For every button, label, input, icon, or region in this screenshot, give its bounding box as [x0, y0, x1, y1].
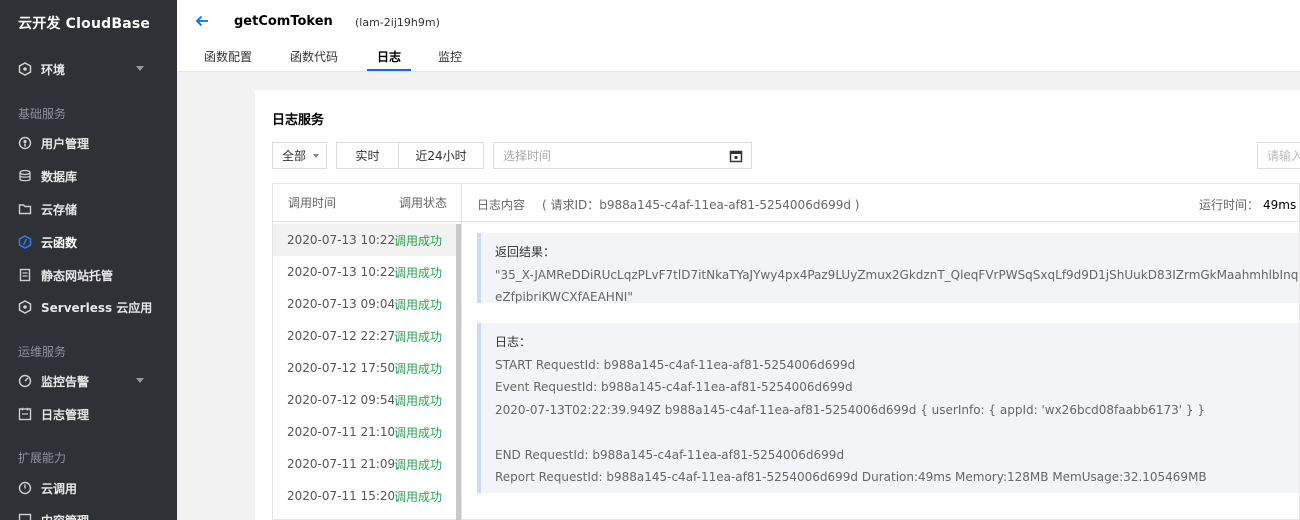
back-arrow-icon[interactable] [194, 13, 210, 29]
date-placeholder: 选择时间 [503, 149, 552, 163]
list-item[interactable]: 2020-07-11 21:09:54 调用成功 [273, 448, 457, 480]
sidebar-item-content[interactable]: 内容管理 [18, 510, 168, 520]
user-icon [18, 136, 32, 150]
log-line: 2020-07-13T02:22:39.949Z b988a145-c4af-1… [495, 402, 1205, 417]
page-header: getComToken (lam-2ij19h9m) 函数配置 函数代码 日志 … [177, 0, 1300, 72]
folder-icon [18, 202, 32, 216]
list-item[interactable]: 2020-07-12 09:54:54 调用成功 [273, 384, 457, 416]
sidebar-item-cloudcall[interactable]: 云调用 [18, 478, 168, 498]
sidebar-item-monitoring[interactable]: 监控告警 [18, 371, 168, 391]
sidebar-item-logs[interactable]: 日志管理 [18, 404, 168, 424]
log-output-box: 日志： START RequestId: b988a145-c4af-11ea-… [477, 323, 1299, 493]
last-24h-button[interactable]: 近24小时 [399, 143, 483, 168]
sidebar-item-users[interactable]: 用户管理 [18, 133, 168, 153]
sidebar: 云开发 CloudBase 环境 基础服务 用户管理 数据库 云存储 云函数 静… [0, 0, 177, 520]
sidebar-item-label: 云函数 [41, 235, 78, 250]
sidebar-item-label: 静态网站托管 [41, 268, 114, 283]
log-line: END RequestId: b988a145-c4af-11ea-af81-5… [495, 447, 845, 462]
env-label: 环境 [41, 62, 66, 77]
log-content-label: 日志内容 [477, 198, 526, 212]
col-status-header: 调用状态 [399, 196, 448, 210]
status-filter-select[interactable]: 全部 [272, 142, 327, 169]
sidebar-item-database[interactable]: 数据库 [18, 166, 168, 186]
list-item[interactable]: 2020-07-13 10:22:39 调用成功 [273, 224, 457, 256]
search-input[interactable]: 请输入 [1257, 142, 1300, 169]
list-item[interactable]: 2020-07-13 10:22:22 调用成功 [273, 256, 457, 288]
list-header: 调用时间 调用状态 [273, 184, 462, 222]
date-picker-input[interactable]: 选择时间 [493, 142, 752, 169]
document-icon [18, 268, 32, 282]
chevron-down-icon [136, 378, 144, 383]
time-range-segment: 实时 近24小时 [336, 142, 484, 169]
log-service-panel: 日志服务 全部 实时 近24小时 选择时间 请输入 调用时间 调用状态 2020… [255, 90, 1300, 520]
return-result-line: eZfpibriKWCXfAEAHNI" [495, 290, 633, 304]
function-name: getComToken [234, 14, 333, 29]
function-id: (lam-2ij19h9m) [355, 16, 440, 29]
calendar-icon [729, 149, 743, 166]
sidebar-item-functions[interactable]: 云函数 [18, 232, 168, 252]
list-item[interactable]: 2020-07-12 22:27:28 调用成功 [273, 320, 457, 352]
search-placeholder: 请输入 [1267, 149, 1300, 163]
power-icon [18, 481, 32, 495]
sidebar-item-label: 用户管理 [41, 136, 90, 151]
return-result-label: 返回结果： [495, 245, 556, 259]
section-basic: 基础服务 [18, 107, 67, 121]
col-time-header: 调用时间 [288, 196, 337, 210]
gauge-icon [18, 374, 32, 388]
status-filter-value: 全部 [282, 149, 307, 163]
tab-logs[interactable]: 日志 [377, 48, 401, 65]
list-item[interactable]: 2020-07-12 17:50:56 调用成功 [273, 352, 457, 384]
sidebar-item-label: 内容管理 [41, 512, 89, 520]
sidebar-item-hosting[interactable]: 静态网站托管 [18, 265, 168, 285]
log-line: Report RequestId: b988a145-c4af-11ea-af8… [495, 470, 1207, 484]
sidebar-item-serverless[interactable]: Serverless 云应用 [18, 297, 168, 317]
hexagon-icon [18, 300, 32, 314]
list-item[interactable]: 2020-07-11 15:20:54 调用成功 [273, 480, 457, 512]
tab-monitor[interactable]: 监控 [438, 48, 462, 65]
log-line: Event RequestId: b988a145-c4af-11ea-af81… [495, 380, 853, 394]
runtime: 运行时间： 49ms [1199, 198, 1297, 212]
log-detail: 日志内容 ( 请求ID：b988a145-c4af-11ea-af81-5254… [461, 183, 1300, 520]
sidebar-item-label: 日志管理 [41, 407, 90, 422]
panel-title: 日志服务 [272, 113, 325, 128]
brand-title: 云开发 CloudBase [18, 16, 151, 32]
content-icon [18, 513, 32, 520]
section-ext: 扩展能力 [18, 451, 67, 465]
sidebar-item-storage[interactable]: 云存储 [18, 199, 168, 219]
env-selector[interactable]: 环境 [18, 59, 168, 79]
sidebar-item-label: 云调用 [41, 481, 78, 496]
chevron-down-icon [136, 66, 144, 71]
sidebar-item-label: 云存储 [41, 202, 78, 217]
list-item[interactable]: 2020-07-13 09:04:55 调用成功 [273, 288, 457, 320]
sidebar-item-label: Serverless 云应用 [41, 300, 153, 315]
invocation-list: 调用时间 调用状态 2020-07-13 10:22:39 调用成功 2020-… [272, 183, 462, 520]
section-ops: 运维服务 [18, 345, 67, 359]
request-id: ( 请求ID：b988a145-c4af-11ea-af81-5254006d6… [542, 198, 860, 212]
sidebar-item-label: 数据库 [41, 169, 78, 184]
detail-header: 日志内容 ( 请求ID：b988a145-c4af-11ea-af81-5254… [462, 184, 1299, 222]
log-output-label: 日志： [495, 335, 532, 349]
runtime-value: 49ms [1263, 198, 1297, 212]
return-result-box: 返回结果： "35_X-JAMReDDiRUcLqzPLvF7tlD7itNka… [477, 233, 1299, 304]
realtime-button[interactable]: 实时 [337, 143, 399, 168]
list-item[interactable]: 2020-07-11 21:10:00 调用成功 [273, 416, 457, 448]
log-line: START RequestId: b988a145-c4af-11ea-af81… [495, 357, 856, 372]
active-tab-indicator [367, 69, 411, 71]
function-icon [18, 235, 32, 249]
tab-config[interactable]: 函数配置 [204, 48, 252, 65]
return-result-line: "35_X-JAMReDDiRUcLqzPLvF7tlD7itNkaTYaJYw… [495, 267, 1299, 282]
tab-code[interactable]: 函数代码 [290, 48, 338, 65]
chevron-down-icon [313, 154, 319, 158]
hexagon-icon [18, 62, 32, 76]
database-icon [18, 169, 32, 183]
sidebar-item-label: 监控告警 [41, 374, 90, 389]
log-icon [18, 407, 32, 421]
